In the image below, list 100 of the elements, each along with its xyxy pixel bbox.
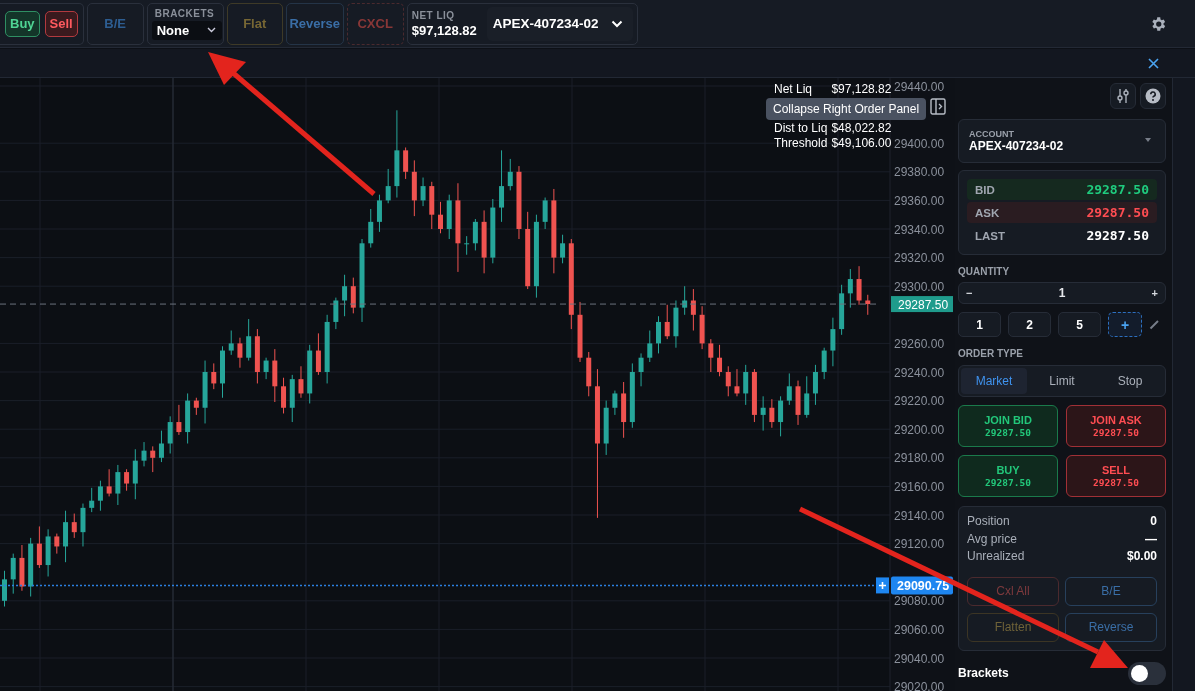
order-price-tag: 29090.75 — [891, 576, 953, 595]
candlestick — [638, 352, 644, 387]
candlestick — [2, 570, 7, 608]
price-axis-label: 29220.00 — [894, 394, 945, 409]
candlestick — [350, 277, 356, 314]
chevron-icon — [610, 19, 623, 28]
price-axis-label: 29440.00 — [894, 79, 945, 94]
account-dropdown[interactable]: APEX-407234-02 — [486, 6, 633, 41]
candlestick — [376, 194, 382, 233]
candlestick — [54, 533, 60, 555]
quantity-stepper[interactable]: − 1 + — [958, 282, 1166, 304]
candlestick — [342, 274, 348, 317]
order-type-tab[interactable]: Market — [961, 368, 1027, 394]
candlestick — [664, 304, 670, 340]
position-value: 0 — [1150, 513, 1157, 530]
candlestick — [158, 430, 164, 463]
quote-label: LAST — [975, 229, 1006, 242]
candlestick — [743, 364, 749, 406]
quote-label: ASK — [975, 206, 1000, 219]
order-plus-icon[interactable] — [876, 577, 889, 594]
candlestick — [804, 375, 810, 419]
candlestick — [228, 330, 234, 356]
candlestick — [281, 377, 287, 414]
candlestick — [420, 177, 426, 207]
sell-button[interactable]: Sell — [44, 10, 78, 37]
price-axis-label: 29380.00 — [894, 165, 945, 180]
candlestick — [150, 445, 156, 473]
candlestick — [760, 395, 766, 432]
candlestick — [176, 404, 182, 436]
candlestick — [237, 337, 243, 369]
candlestick — [725, 365, 731, 397]
quote-value: 29287.50 — [1086, 182, 1149, 197]
candlestick — [499, 149, 505, 223]
quantity-value: 1 — [1058, 286, 1066, 300]
candlestick — [786, 372, 792, 406]
caret-icon — [1145, 138, 1151, 142]
position-label: Avg price — [967, 530, 1017, 548]
close-icon[interactable] — [1148, 57, 1159, 69]
price-axis-label: 29020.00 — [894, 680, 945, 691]
stat-value: $97,128.82 — [831, 82, 892, 97]
order-action-button[interactable]: JOIN ASK 29287.50 — [1066, 405, 1166, 447]
price-axis-label: 29040.00 — [894, 651, 945, 666]
order-action-button[interactable]: SELL 29287.50 — [1066, 455, 1166, 497]
chevron-icon — [207, 27, 217, 33]
quantity-preset-button[interactable]: 1 — [958, 312, 1001, 337]
stat-label: Dist to Liq — [774, 121, 828, 136]
candlestick — [438, 201, 443, 234]
price-axis-label: 29180.00 — [894, 451, 945, 466]
order-action-button[interactable]: JOIN BID 29287.50 — [958, 405, 1058, 447]
quantity-preset-button[interactable]: 2 — [1008, 312, 1051, 337]
collapse-panel-icon[interactable] — [930, 98, 946, 115]
quantity-label: QUANTITY — [958, 266, 1011, 277]
candlestick — [542, 197, 548, 230]
candlestick — [246, 318, 252, 362]
price-axis-label: 29200.00 — [894, 422, 945, 437]
brackets-dropdown[interactable]: None — [151, 20, 223, 40]
order-action-button[interactable]: BUY 29287.50 — [958, 455, 1058, 497]
net-liq-label: NET LIQ — [411, 9, 456, 21]
position-value: $0.00 — [1126, 548, 1157, 565]
add-preset-button[interactable]: + — [1108, 312, 1142, 337]
pencil-icon[interactable] — [1149, 319, 1160, 330]
quote-value: 29287.50 — [1086, 205, 1149, 220]
order-type-label: ORDER TYPE — [958, 348, 1024, 359]
increment-button[interactable]: + — [1148, 287, 1161, 299]
position-label: Unrealized — [967, 548, 1025, 565]
candlestick — [830, 317, 836, 367]
candlestick — [385, 168, 391, 204]
candlestick — [263, 357, 269, 380]
candlestick — [167, 415, 173, 455]
candlestick — [124, 468, 130, 492]
candlestick — [856, 265, 862, 306]
price-axis-label: 29120.00 — [894, 537, 945, 552]
buy-button[interactable]: Buy — [5, 10, 40, 37]
price-axis-label: 29340.00 — [894, 222, 945, 237]
quantity-preset-button[interactable]: 5 — [1058, 312, 1101, 337]
decrement-button[interactable]: − — [963, 287, 976, 299]
candlestick — [507, 158, 513, 191]
candlestick — [115, 464, 121, 506]
price-axis-label: 29300.00 — [894, 279, 945, 294]
candlestick — [141, 441, 147, 467]
price-axis-label: 29400.00 — [894, 136, 945, 151]
brackets-toggle[interactable] — [1128, 661, 1166, 685]
stat-value: $49,106.00 — [831, 136, 892, 151]
help-icon[interactable] — [1140, 83, 1166, 109]
candlestick — [403, 146, 409, 180]
candlestick — [612, 390, 618, 416]
candlestick — [298, 365, 304, 399]
candlestick — [211, 362, 217, 390]
candlestick — [97, 480, 103, 512]
candlestick — [708, 338, 714, 373]
candlestick — [734, 368, 740, 397]
sliders-icon[interactable] — [1110, 83, 1136, 109]
price-axis-label: 29240.00 — [894, 365, 945, 380]
order-type-tab[interactable]: Stop — [1097, 368, 1163, 394]
account-selector[interactable]: ACCOUNT APEX-407234-02 — [958, 119, 1166, 163]
brackets-label: BRACKETS — [153, 7, 215, 19]
tooltip: Collapse Right Order Panel — [766, 98, 927, 120]
candlestick — [647, 330, 653, 363]
order-type-tab[interactable]: Limit — [1029, 368, 1095, 394]
quote-label: BID — [975, 183, 995, 196]
